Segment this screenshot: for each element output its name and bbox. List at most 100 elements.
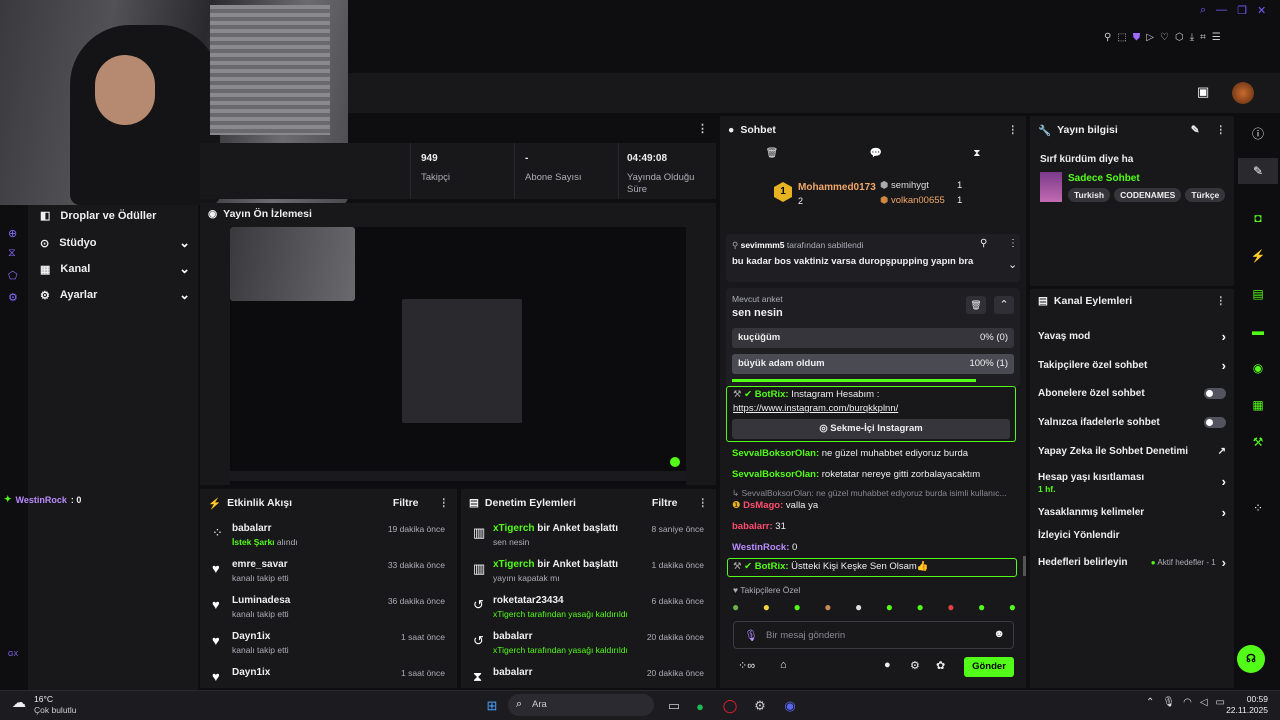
play-icon[interactable]: ▷	[1146, 32, 1154, 46]
mic-icon[interactable]: 🎙	[1162, 697, 1175, 708]
document-icon[interactable]: ▤	[1238, 281, 1278, 307]
activity-item-name[interactable]: Luminadesa	[232, 595, 290, 606]
leader-third-name[interactable]: volkan00655	[891, 195, 945, 206]
search-icon[interactable]: ⌕	[1200, 4, 1206, 20]
poll-collapse-button[interactable]: ⌃	[994, 296, 1014, 314]
close-icon[interactable]: ✕	[1257, 4, 1266, 20]
pinned-menu-icon[interactable]: ⋮	[1008, 238, 1018, 249]
nav-channel[interactable]: ▦ Kanal ⌄	[40, 261, 190, 277]
leader-second-name[interactable]: semihygt	[891, 180, 929, 191]
emote-icon[interactable]: ●	[763, 600, 770, 616]
chevron-up-icon[interactable]: ⌃	[1146, 697, 1154, 708]
extensions-icon[interactable]: ⬡	[1175, 32, 1184, 46]
rail-icon-4[interactable]: ⚙	[8, 291, 18, 304]
tag[interactable]: CODENAMES	[1114, 188, 1182, 202]
dots-icon[interactable]: ⁘	[1238, 495, 1278, 521]
action-host[interactable]: İzleyici Yönlendir	[1038, 530, 1226, 541]
action-banned-words[interactable]: Yasaklanmış kelimeler ›	[1038, 505, 1226, 520]
mic-icon[interactable]: 🎙	[744, 629, 758, 642]
action-account-age[interactable]: Hesap yaşı kısıtlaması 1 hf. ›	[1038, 470, 1226, 494]
download-icon[interactable]: ⤓	[1190, 32, 1194, 46]
minimize-icon[interactable]: —	[1216, 4, 1227, 20]
gear-icon[interactable]: ⚙	[910, 659, 920, 672]
bot-name[interactable]: BotRix:	[755, 561, 789, 572]
wrench-icon[interactable]: ⚒	[1238, 429, 1278, 455]
taskbar-search[interactable]: ⌕ Ara	[508, 694, 654, 716]
avatar[interactable]	[1232, 82, 1254, 104]
nav-settings[interactable]: ⚙ Ayarlar ⌄	[40, 287, 190, 303]
activity-item-name[interactable]: emre_savar	[232, 559, 288, 570]
clock-time[interactable]: 00:59	[1232, 694, 1268, 704]
stream-info-menu-icon[interactable]: ⋮	[1216, 124, 1227, 136]
instagram-button[interactable]: ◎ Sekme-İçi Instagram	[732, 419, 1010, 439]
chat-user[interactable]: SevvalBoksorOlan:	[732, 448, 819, 459]
store-icon[interactable]: ⌂	[780, 659, 787, 671]
emote-icon[interactable]: ●	[1009, 600, 1016, 616]
list-icon[interactable]: ▦	[1238, 392, 1278, 418]
info-icon[interactable]: ⓘ	[1238, 120, 1278, 146]
moderation-actor[interactable]: babalarr	[493, 631, 532, 642]
chat-input[interactable]: 🎙 Bir mesaj gönderin ☻	[733, 621, 1014, 649]
rail-icon-2[interactable]: ⧖	[8, 247, 16, 260]
preview-video[interactable]	[230, 227, 686, 485]
chevron-down-icon[interactable]: ⌄	[1008, 258, 1017, 271]
channel-actions-menu-icon[interactable]: ⋮	[1216, 295, 1227, 307]
theatre-icon[interactable]: ▣	[1197, 84, 1209, 100]
camera-icon[interactable]: ◘	[1238, 205, 1278, 231]
toggle-switch[interactable]	[1204, 388, 1226, 399]
clock-date[interactable]: 22.11.2025	[1222, 705, 1268, 715]
action-goals[interactable]: Hedefleri belirleyin ● Aktif hedefler - 1…	[1038, 555, 1226, 570]
chat-user[interactable]: SevvalBoksorOlan:	[732, 469, 819, 480]
emoji-icon[interactable]: ☻	[993, 628, 1005, 640]
steam-icon[interactable]: ⚙	[750, 697, 770, 715]
shield-icon[interactable]: ⛊	[1133, 32, 1141, 46]
bolt-icon[interactable]: ⚡	[1238, 243, 1278, 269]
pin-icon[interactable]: ⚲	[1104, 32, 1111, 46]
activity-item-name[interactable]: babalarr	[232, 523, 271, 534]
rail-icon-3[interactable]: ⬠	[8, 269, 18, 282]
toggle-switch[interactable]	[1204, 417, 1226, 428]
screenshot-icon[interactable]: ⌗	[1200, 32, 1206, 46]
action-slow-mode[interactable]: Yavaş mod ›	[1038, 329, 1226, 344]
poll-option[interactable]: kuçüğüm 0% (0)	[732, 328, 1014, 348]
moderation-menu-icon[interactable]: ⋮	[698, 497, 709, 509]
chat-user[interactable]: babalarr:	[732, 521, 773, 532]
heart-icon[interactable]: ♡	[1160, 32, 1169, 46]
emote-icon[interactable]: ●	[855, 600, 862, 616]
emote-icon[interactable]: ●	[978, 600, 985, 616]
activity-menu-icon[interactable]: ⋮	[439, 497, 450, 509]
moderation-actor[interactable]: roketatar23434	[493, 595, 564, 606]
menu-icon[interactable]: ☰	[1212, 32, 1221, 46]
spotify-icon[interactable]: ●	[690, 697, 710, 715]
speech-icon[interactable]: 💬	[870, 148, 882, 166]
poll-option[interactable]: büyük adam oldum 100% (1)	[732, 354, 1014, 374]
activity-filter[interactable]: Filtre	[393, 497, 419, 509]
emote-icon[interactable]: ●	[732, 600, 739, 616]
discord-icon[interactable]: ◉	[780, 697, 800, 715]
edit-icon[interactable]: ✎	[1238, 158, 1278, 184]
maximize-icon[interactable]: ❐	[1237, 4, 1247, 20]
file-explorer-icon[interactable]: ▭	[664, 697, 684, 715]
volume-icon[interactable]: ◁	[1200, 697, 1208, 708]
send-button[interactable]: Gönder	[964, 657, 1014, 677]
action-ai-moderation[interactable]: Yapay Zeka ile Sohbet Denetimi ↗	[1038, 446, 1226, 457]
users-icon[interactable]: ✿	[936, 659, 945, 672]
rail-icon-1[interactable]: ⊕	[8, 227, 17, 240]
moderation-actor[interactable]: babalarr	[493, 667, 532, 678]
chat-icon[interactable]: ▬	[1238, 318, 1278, 344]
hourglass-icon[interactable]: ⧗	[973, 148, 980, 166]
nav-studio[interactable]: ⊙ Stüdyo ⌄	[40, 235, 190, 251]
tag[interactable]: Türkçe	[1185, 188, 1226, 202]
emote-icon[interactable]: ●	[947, 600, 954, 616]
activity-item-name[interactable]: Dayn1ix	[232, 667, 270, 678]
start-icon[interactable]: ⊞	[482, 697, 502, 715]
emote-icon[interactable]: ●	[794, 600, 801, 616]
moderation-filter[interactable]: Filtre	[652, 497, 678, 509]
moderation-actor[interactable]: xTigerch	[493, 559, 535, 570]
nav-drops[interactable]: ◧ Droplar ve Ödüller	[40, 209, 156, 223]
chat-menu-icon[interactable]: ⋮	[1008, 124, 1019, 136]
poll-delete-button[interactable]: 🗑	[966, 296, 986, 314]
emote-icon[interactable]: ●	[886, 600, 893, 616]
bot-name[interactable]: BotRix:	[755, 389, 789, 400]
leader-first-name[interactable]: Mohammed0173	[798, 182, 876, 193]
